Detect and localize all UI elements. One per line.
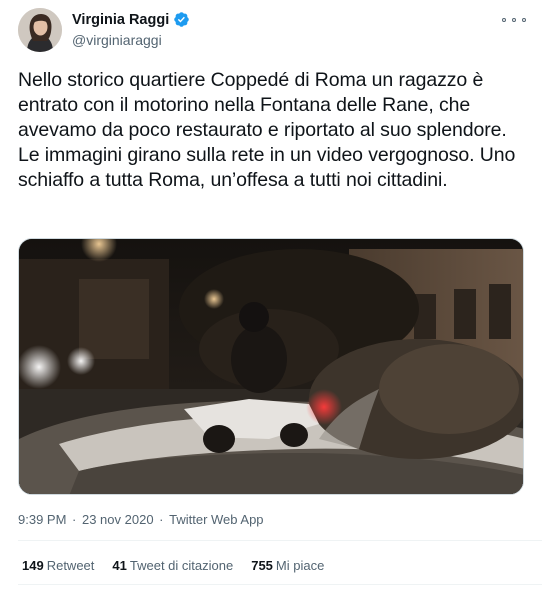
author-block: Virginia Raggi @virginiaraggi [72, 11, 190, 48]
video-frame-image [19, 239, 523, 494]
avatar[interactable] [18, 8, 62, 52]
avatar-image [18, 8, 62, 52]
divider [18, 540, 542, 541]
separator-dot: · [155, 512, 168, 527]
tweet-time[interactable]: 9:39 PM [18, 512, 66, 527]
tweet-metadata: 9:39 PM · 23 nov 2020 · Twitter Web App [18, 512, 264, 527]
likes-label: Mi piace [275, 558, 325, 573]
tweet-source[interactable]: Twitter Web App [169, 512, 263, 527]
quotes-label: Tweet di citazione [129, 558, 234, 573]
user-handle[interactable]: @virginiaraggi [72, 32, 190, 48]
divider [18, 584, 542, 585]
tweet-media-video[interactable] [18, 238, 524, 495]
quotes-count: 41 [112, 558, 127, 573]
verified-badge-icon [173, 11, 190, 28]
tweet-date[interactable]: 23 nov 2020 [82, 512, 154, 527]
likes-stat[interactable]: 755 Mi piace [251, 558, 324, 573]
tweet-text: Nello storico quartiere Coppedé di Roma … [18, 69, 516, 191]
separator-dot: · [68, 512, 80, 527]
engagement-stats: 149 Retweet 41 Tweet di citazione 755 Mi pi… [22, 558, 324, 573]
more-options-icon[interactable] [502, 12, 526, 28]
quotes-stat[interactable]: 41 Tweet di citazione [112, 558, 233, 573]
tweet-card: Virginia Raggi @virginiaraggi Nello stor… [0, 0, 542, 594]
likes-count: 755 [251, 558, 273, 573]
retweets-stat[interactable]: 149 Retweet [22, 558, 94, 573]
display-name[interactable]: Virginia Raggi [72, 12, 169, 28]
retweets-label: Retweet [46, 558, 95, 573]
name-row: Virginia Raggi [72, 11, 190, 28]
retweets-count: 149 [22, 558, 44, 573]
